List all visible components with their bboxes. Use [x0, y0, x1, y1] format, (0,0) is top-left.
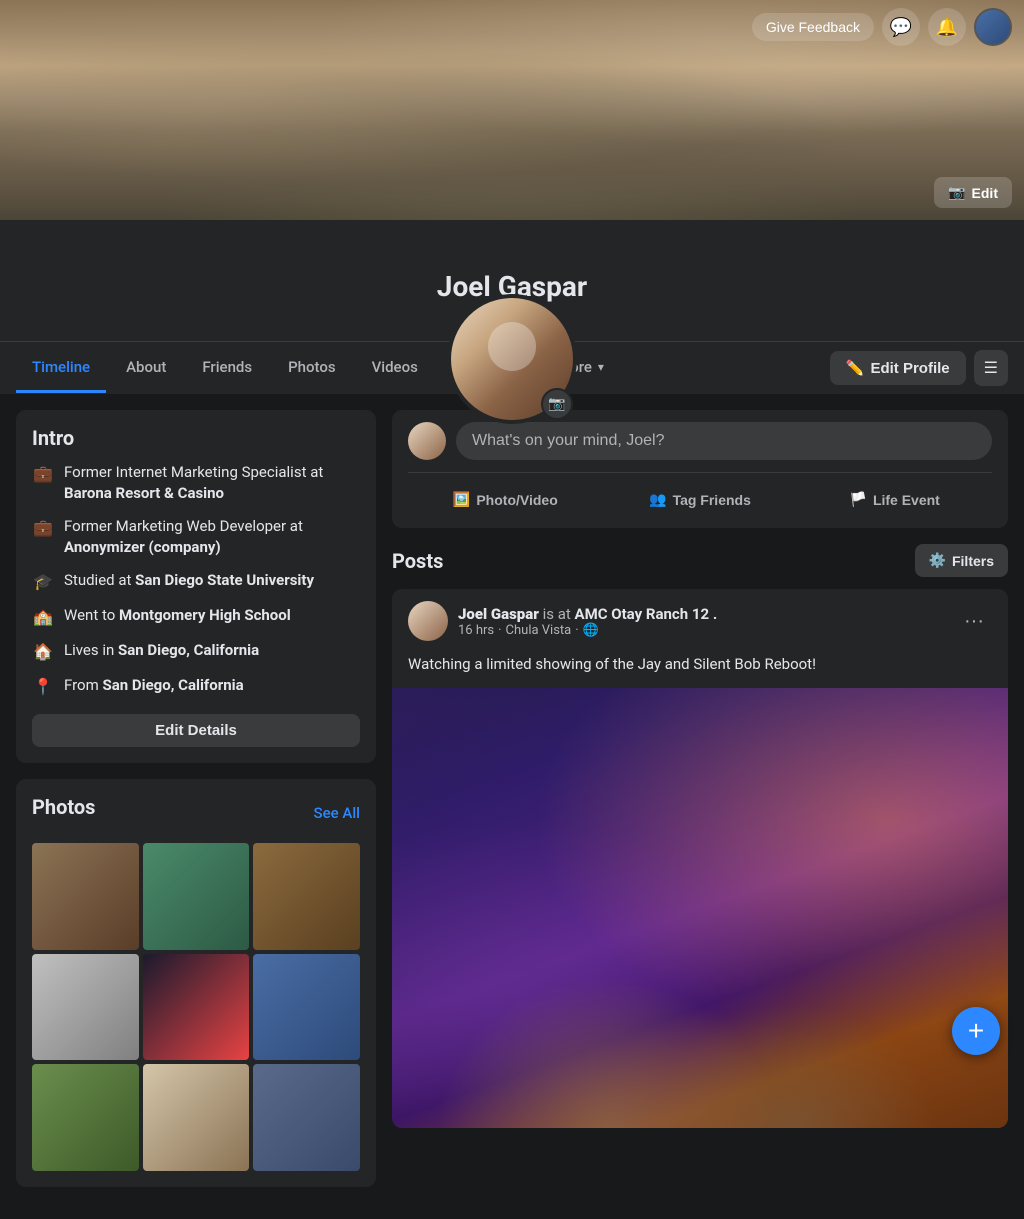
fab-icon: + — [968, 1015, 984, 1047]
tag-friends-button[interactable]: 👥 Tag Friends — [603, 483, 798, 516]
post-meta: 16 hrs · Chula Vista · 🌐 — [458, 623, 946, 638]
life-event-button[interactable]: 🏳️ Life Event — [797, 483, 992, 516]
tab-about[interactable]: About — [110, 344, 182, 393]
notifications-button[interactable]: 🔔 — [928, 8, 966, 46]
posts-header: Posts ⚙️ Filters — [392, 544, 1008, 577]
camera-small-icon: 📷 — [548, 396, 565, 412]
intro-card: Intro 💼 Former Internet Marketing Specia… — [16, 410, 376, 763]
tab-photos[interactable]: Photos — [272, 344, 351, 393]
photos-card: Photos See All — [16, 779, 376, 1187]
photo-thumb[interactable] — [32, 843, 139, 950]
tag-friends-icon: 👥 — [649, 491, 666, 508]
add-post-input[interactable]: What's on your mind, Joel? — [456, 422, 992, 460]
photo-thumb[interactable] — [253, 954, 360, 1061]
intro-item-from: 📍 From San Diego, California — [32, 675, 360, 698]
school-icon: 🏫 — [32, 606, 54, 628]
post-user-avatar[interactable] — [408, 601, 448, 641]
location-icon: 📍 — [32, 676, 54, 698]
tab-friends[interactable]: Friends — [186, 344, 268, 393]
messenger-icon: 💬 — [890, 17, 912, 38]
menu-icon: ☰ — [984, 360, 998, 377]
profile-pic-camera-button[interactable]: 📷 — [541, 388, 573, 420]
home-icon: 🏠 — [32, 641, 54, 663]
photo-video-button[interactable]: 🖼️ Photo/Video — [408, 483, 603, 516]
left-column: Intro 💼 Former Internet Marketing Specia… — [16, 410, 376, 1203]
post-text: Watching a limited showing of the Jay an… — [392, 653, 1008, 688]
post-user-info: Joel Gaspar is at AMC Otay Ranch 12 . 16… — [458, 605, 946, 638]
add-post-top: What's on your mind, Joel? — [408, 422, 992, 460]
intro-item-university: 🎓 Studied at San Diego State University — [32, 570, 360, 593]
see-all-photos-link[interactable]: See All — [314, 804, 360, 822]
intro-item-job2: 💼 Former Marketing Web Developer at Anon… — [32, 516, 360, 558]
post-header: Joel Gaspar is at AMC Otay Ranch 12 . 16… — [392, 589, 1008, 653]
user-avatar-top[interactable] — [974, 8, 1012, 46]
photos-card-header: Photos See All — [32, 795, 360, 831]
post-image — [392, 688, 1008, 1128]
intro-item-job1: 💼 Former Internet Marketing Specialist a… — [32, 462, 360, 504]
photos-card-title: Photos — [32, 795, 95, 819]
edit-profile-icon: ✏️ — [846, 359, 865, 377]
photo-thumb[interactable] — [253, 1064, 360, 1171]
tab-videos[interactable]: Videos — [356, 344, 434, 393]
post-card: Joel Gaspar is at AMC Otay Ranch 12 . 16… — [392, 589, 1008, 1128]
intro-title: Intro — [32, 426, 360, 450]
nav-actions: ✏️ Edit Profile ☰ — [830, 342, 1008, 394]
top-bar: Give Feedback 💬 🔔 — [740, 0, 1024, 54]
graduation-icon: 🎓 — [32, 571, 54, 593]
cover-edit-button[interactable]: 📷 Edit — [934, 177, 1012, 208]
work2-icon: 💼 — [32, 517, 54, 539]
photos-grid — [32, 843, 360, 1171]
photo-video-icon: 🖼️ — [453, 491, 470, 508]
post-more-icon: ··· — [964, 610, 984, 632]
tab-timeline[interactable]: Timeline — [16, 344, 106, 393]
work-icon: 💼 — [32, 463, 54, 485]
post-actions: 🖼️ Photo/Video 👥 Tag Friends 🏳️ Life Eve… — [408, 472, 992, 516]
messenger-button[interactable]: 💬 — [882, 8, 920, 46]
filters-button[interactable]: ⚙️ Filters — [915, 544, 1008, 577]
add-post-card: What's on your mind, Joel? 🖼️ Photo/Vide… — [392, 410, 1008, 528]
edit-profile-button[interactable]: ✏️ Edit Profile — [830, 351, 966, 385]
nav-menu-button[interactable]: ☰ — [974, 350, 1008, 386]
profile-header: 📷 Edit 📷 Joel Gaspar Add Bio Timeline Ab… — [0, 0, 1024, 394]
add-post-avatar — [408, 422, 446, 460]
fab-button[interactable]: + — [952, 1007, 1000, 1055]
main-content: Intro 💼 Former Internet Marketing Specia… — [0, 394, 1024, 1219]
posts-title: Posts — [392, 549, 443, 573]
edit-details-button[interactable]: Edit Details — [32, 714, 360, 747]
intro-item-highschool: 🏫 Went to Montgomery High School — [32, 605, 360, 628]
filters-icon: ⚙️ — [929, 552, 946, 569]
life-event-icon: 🏳️ — [850, 491, 867, 508]
intro-item-lives: 🏠 Lives in San Diego, California — [32, 640, 360, 663]
post-user-name: Joel Gaspar is at AMC Otay Ranch 12 . — [458, 605, 946, 623]
camera-icon: 📷 — [948, 184, 965, 201]
globe-icon: 🌐 — [583, 623, 599, 638]
photo-thumb[interactable] — [143, 843, 250, 950]
photo-thumb[interactable] — [143, 1064, 250, 1171]
right-column: What's on your mind, Joel? 🖼️ Photo/Vide… — [392, 410, 1008, 1128]
post-more-button[interactable]: ··· — [956, 606, 992, 637]
photo-thumb[interactable] — [253, 843, 360, 950]
give-feedback-button[interactable]: Give Feedback — [752, 13, 874, 41]
notifications-icon: 🔔 — [936, 17, 958, 38]
photo-thumb[interactable] — [143, 954, 250, 1061]
profile-picture-wrapper: 📷 — [447, 294, 577, 424]
chevron-down-icon: ▾ — [598, 360, 604, 374]
nav-tabs: Timeline About Friends Photos Videos Che… — [16, 344, 830, 393]
photo-thumb[interactable] — [32, 1064, 139, 1171]
photo-thumb[interactable] — [32, 954, 139, 1061]
